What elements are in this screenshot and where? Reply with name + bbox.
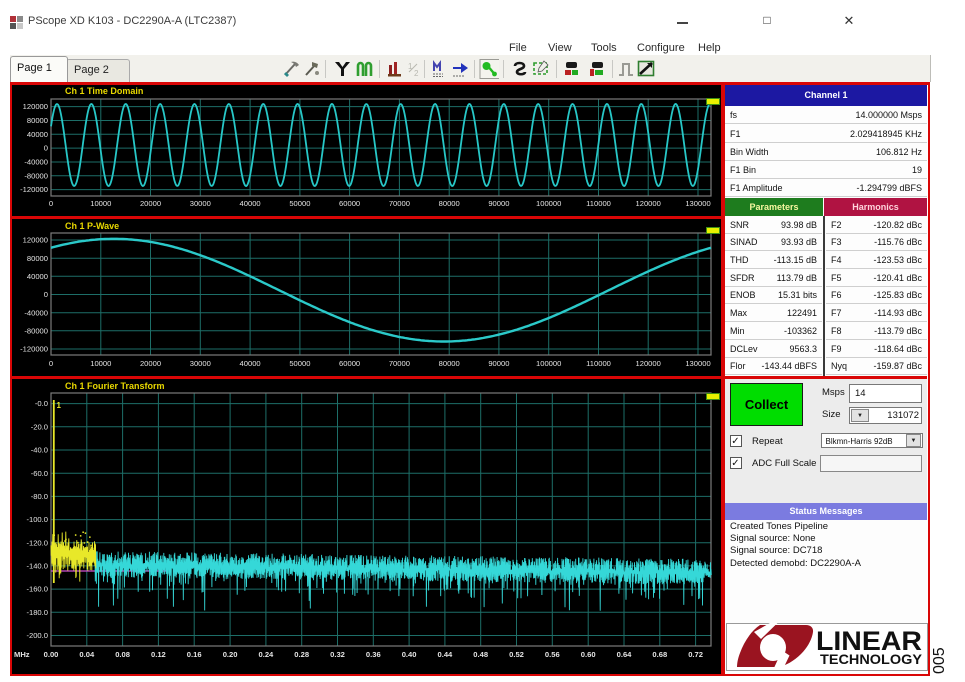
svg-text:0.12: 0.12 (151, 650, 166, 659)
svg-text:0.68: 0.68 (652, 650, 667, 659)
svg-text:40000: 40000 (27, 130, 48, 139)
svg-text:TECHNOLOGY: TECHNOLOGY (820, 652, 922, 667)
svg-text:1: 1 (57, 401, 62, 410)
svg-text:0.32: 0.32 (330, 650, 345, 659)
svg-text:120000: 120000 (23, 236, 48, 245)
svg-text:20000: 20000 (140, 359, 161, 368)
svg-text:0: 0 (49, 199, 53, 208)
svg-text:0.52: 0.52 (509, 650, 524, 659)
svg-text:80000: 80000 (27, 116, 48, 125)
svg-text:0.28: 0.28 (294, 650, 309, 659)
svg-text:0.20: 0.20 (223, 650, 238, 659)
svg-text:40000: 40000 (240, 359, 261, 368)
svg-text:70000: 70000 (389, 199, 410, 208)
svg-text:0.08: 0.08 (115, 650, 130, 659)
svg-text:0.44: 0.44 (438, 650, 454, 659)
svg-text:10000: 10000 (90, 359, 111, 368)
svg-text:50000: 50000 (289, 359, 310, 368)
svg-text:100000: 100000 (536, 199, 561, 208)
svg-text:80000: 80000 (27, 254, 48, 263)
svg-text:120000: 120000 (23, 102, 48, 111)
svg-text:110000: 110000 (586, 199, 611, 208)
svg-text:130000: 130000 (685, 199, 710, 208)
svg-text:-80.0: -80.0 (31, 492, 48, 501)
svg-text:80000: 80000 (439, 359, 460, 368)
svg-text:60000: 60000 (339, 359, 360, 368)
svg-text:0: 0 (49, 359, 53, 368)
svg-text:0.24: 0.24 (259, 650, 275, 659)
svg-text:120000: 120000 (636, 359, 661, 368)
svg-text:0.16: 0.16 (187, 650, 202, 659)
svg-text:60000: 60000 (339, 199, 360, 208)
svg-text:-20.0: -20.0 (31, 422, 48, 431)
svg-text:-40000: -40000 (24, 158, 48, 167)
svg-text:-120000: -120000 (20, 185, 48, 194)
svg-text:90000: 90000 (488, 359, 509, 368)
svg-text:Ch 1 P-Wave: Ch 1 P-Wave (65, 221, 119, 231)
svg-text:90000: 90000 (488, 199, 509, 208)
svg-text:-180.0: -180.0 (26, 608, 48, 617)
svg-text:-60.0: -60.0 (31, 469, 48, 478)
svg-text:0: 0 (44, 144, 48, 153)
svg-text:-140.0: -140.0 (26, 562, 48, 571)
svg-text:0.72: 0.72 (688, 650, 703, 659)
svg-text:30000: 30000 (190, 199, 211, 208)
svg-text:-200.0: -200.0 (26, 631, 48, 640)
svg-text:50000: 50000 (289, 199, 310, 208)
svg-text:2: 2 (414, 69, 419, 78)
svg-text:30000: 30000 (190, 359, 211, 368)
svg-text:-0.0: -0.0 (35, 399, 48, 408)
svg-text:-40000: -40000 (24, 308, 48, 317)
svg-text:0.48: 0.48 (473, 650, 488, 659)
svg-text:70000: 70000 (389, 359, 410, 368)
svg-text:20000: 20000 (140, 199, 161, 208)
svg-text:MHz: MHz (14, 650, 30, 659)
svg-text:-40.0: -40.0 (31, 446, 48, 455)
svg-text:Ch 1 Fourier Transform: Ch 1 Fourier Transform (65, 381, 165, 391)
svg-text:0.64: 0.64 (617, 650, 633, 659)
svg-text:-120.0: -120.0 (26, 538, 48, 547)
svg-text:80000: 80000 (439, 199, 460, 208)
svg-text:1: 1 (408, 62, 413, 71)
svg-text:130000: 130000 (685, 359, 710, 368)
svg-text:Ch 1 Time Domain: Ch 1 Time Domain (65, 86, 143, 96)
svg-text:40000: 40000 (27, 272, 48, 281)
svg-text:-100.0: -100.0 (26, 515, 48, 524)
svg-text:-80000: -80000 (24, 171, 48, 180)
svg-text:0.60: 0.60 (581, 650, 596, 659)
svg-text:0: 0 (44, 290, 48, 299)
svg-text:0.00: 0.00 (44, 650, 59, 659)
svg-text:100000: 100000 (536, 359, 561, 368)
svg-text:0.56: 0.56 (545, 650, 560, 659)
svg-text:110000: 110000 (586, 359, 611, 368)
svg-text:0.40: 0.40 (402, 650, 417, 659)
svg-text:10000: 10000 (90, 199, 111, 208)
svg-text:0.04: 0.04 (79, 650, 95, 659)
svg-text:-120000: -120000 (20, 345, 48, 354)
svg-text:0.36: 0.36 (366, 650, 381, 659)
svg-text:-80000: -80000 (24, 326, 48, 335)
svg-text:120000: 120000 (636, 199, 661, 208)
svg-text:40000: 40000 (240, 199, 261, 208)
svg-text:-160.0: -160.0 (26, 585, 48, 594)
